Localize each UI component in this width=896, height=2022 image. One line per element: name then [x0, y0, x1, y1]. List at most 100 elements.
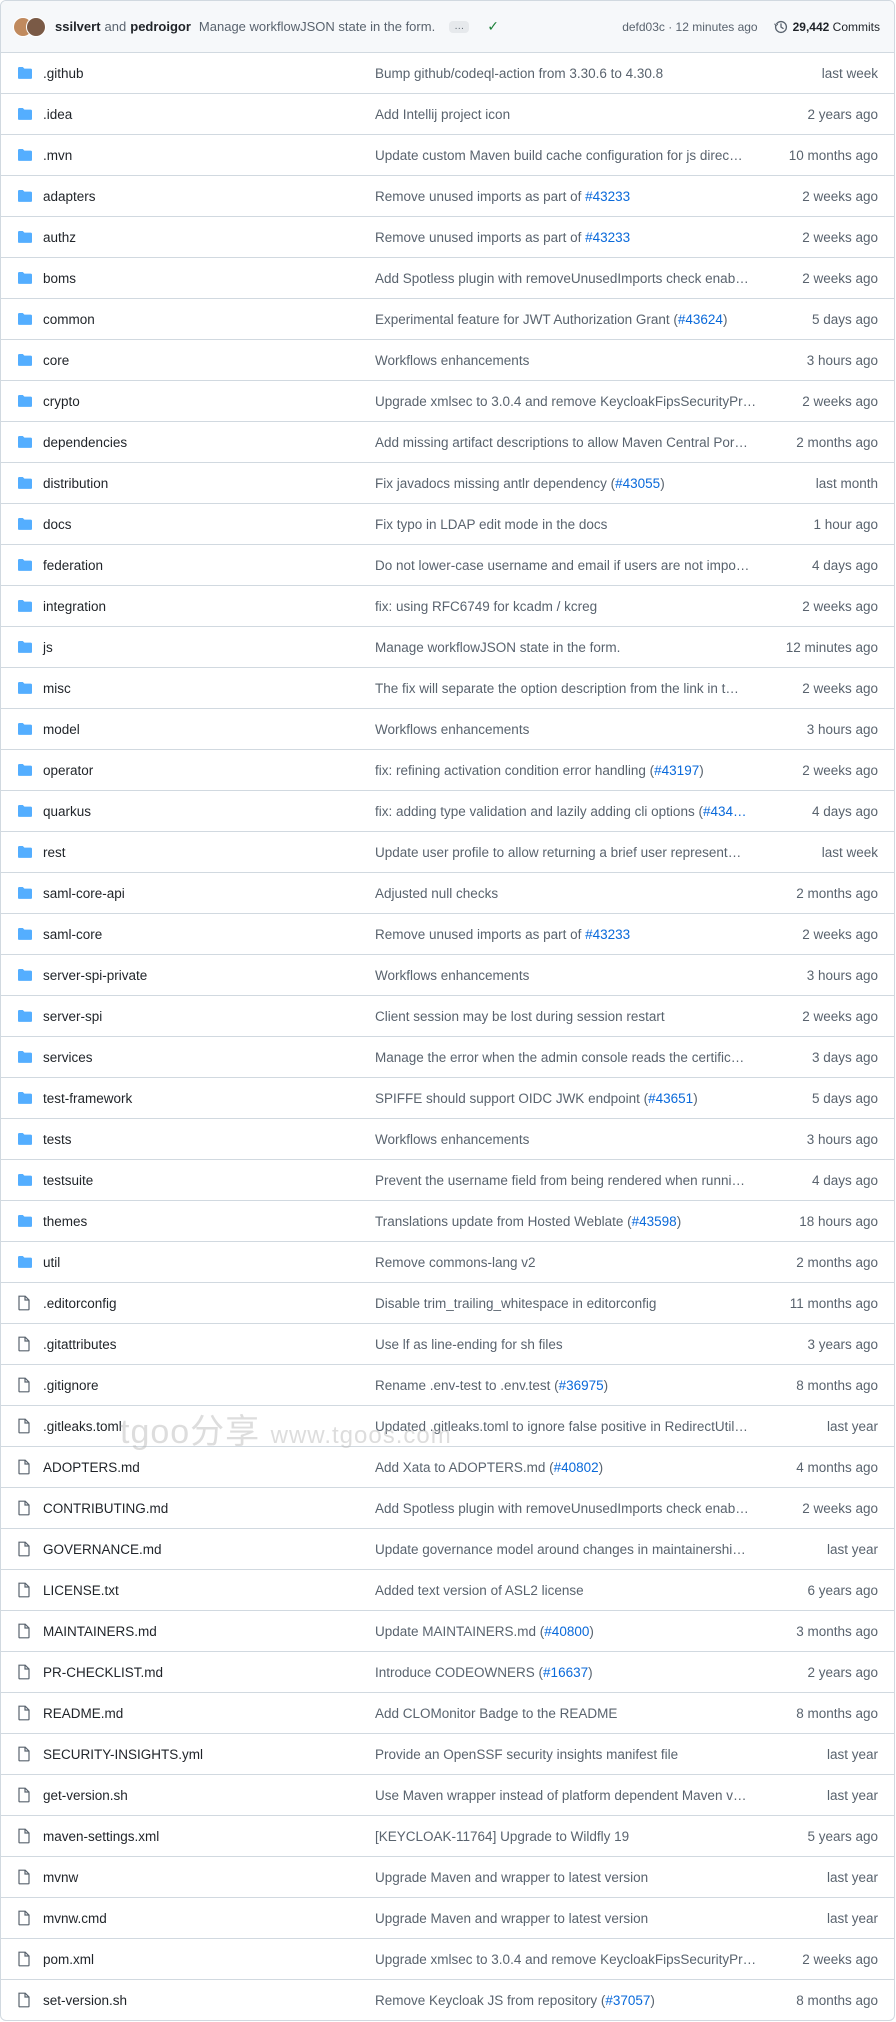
commit-message-text[interactable]: Upgrade Maven and wrapper to latest vers… — [375, 1911, 648, 1926]
commit-message-text[interactable]: Add Spotless plugin with removeUnusedImp… — [375, 1501, 749, 1516]
table-row[interactable]: js Manage workflowJSON state in the form.… — [1, 627, 894, 668]
folder-name-link[interactable]: boms — [43, 271, 76, 286]
table-row[interactable]: adapters Remove unused imports as part of… — [1, 176, 894, 217]
file-name-link[interactable]: maven-settings.xml — [43, 1829, 159, 1844]
last-commit-message-link[interactable]: Update custom Maven build cache configur… — [375, 148, 761, 163]
file-name-link[interactable]: .gitattributes — [43, 1337, 117, 1352]
last-commit-message-link[interactable]: Workflows enhancements — [375, 353, 761, 368]
folder-name-link[interactable]: rest — [43, 845, 66, 860]
last-commit-message-link[interactable]: Fix javadocs missing antlr dependency (#… — [375, 476, 761, 491]
commit-message-text[interactable]: Bump github/codeql-action from 3.30.6 to… — [375, 66, 663, 81]
last-commit-message-link[interactable]: Workflows enhancements — [375, 722, 761, 737]
commit-message-text[interactable]: Updated .gitleaks.toml to ignore false p… — [375, 1419, 748, 1434]
last-commit-message-link[interactable]: Upgrade Maven and wrapper to latest vers… — [375, 1870, 761, 1885]
avatar[interactable] — [26, 16, 46, 37]
last-commit-message-link[interactable]: Add Intellij project icon — [375, 107, 761, 122]
commit-message-text[interactable]: Remove unused imports as part of — [375, 927, 585, 942]
folder-name-link[interactable]: model — [43, 722, 80, 737]
folder-name-link[interactable]: .idea — [43, 107, 72, 122]
last-commit-message-link[interactable]: Remove unused imports as part of #43233 — [375, 927, 761, 942]
table-row[interactable]: common Experimental feature for JWT Autho… — [1, 299, 894, 340]
folder-name-link[interactable]: misc — [43, 681, 71, 696]
folder-name-link[interactable]: federation — [43, 558, 103, 573]
table-row[interactable]: test-framework SPIFFE should support OIDC… — [1, 1078, 894, 1119]
folder-name-link[interactable]: operator — [43, 763, 93, 778]
commit-message-text[interactable]: Workflows enhancements — [375, 722, 529, 737]
last-commit-message-link[interactable]: SPIFFE should support OIDC JWK endpoint … — [375, 1091, 761, 1106]
table-row[interactable]: PR-CHECKLIST.md Introduce CODEOWNERS (#16… — [1, 1652, 894, 1693]
folder-name-link[interactable]: crypto — [43, 394, 80, 409]
commit-message-text[interactable]: Update user profile to allow returning a… — [375, 845, 741, 860]
folder-name-link[interactable]: services — [43, 1050, 93, 1065]
file-name-link[interactable]: PR-CHECKLIST.md — [43, 1665, 163, 1680]
table-row[interactable]: .editorconfig Disable trim_trailing_white… — [1, 1283, 894, 1324]
pull-request-link[interactable]: #43197 — [654, 763, 699, 778]
file-name-link[interactable]: CONTRIBUTING.md — [43, 1501, 168, 1516]
file-name-link[interactable]: ADOPTERS.md — [43, 1460, 140, 1475]
folder-name-link[interactable]: authz — [43, 230, 76, 245]
commit-message-text[interactable]: Prevent the username field from being re… — [375, 1173, 745, 1188]
commit-author-link[interactable]: ssilvert — [55, 19, 101, 34]
commit-message-text[interactable]: Remove commons-lang v2 — [375, 1255, 536, 1270]
folder-name-link[interactable]: saml-core — [43, 927, 102, 942]
last-commit-message-link[interactable]: Upgrade Maven and wrapper to latest vers… — [375, 1911, 761, 1926]
table-row[interactable]: LICENSE.txt Added text version of ASL2 li… — [1, 1570, 894, 1611]
last-commit-message-link[interactable]: Remove unused imports as part of #43233 — [375, 189, 761, 204]
last-commit-message-link[interactable]: fix: adding type validation and lazily a… — [375, 804, 761, 819]
commit-message-text[interactable]: Workflows enhancements — [375, 1132, 529, 1147]
table-row[interactable]: testsuite Prevent the username field from… — [1, 1160, 894, 1201]
last-commit-message-link[interactable]: Add Spotless plugin with removeUnusedImp… — [375, 1501, 761, 1516]
commit-message-text[interactable]: Fix javadocs missing antlr dependency ( — [375, 476, 615, 491]
table-row[interactable]: server-spi-private Workflows enhancements… — [1, 955, 894, 996]
commit-message-text[interactable]: Update governance model around changes i… — [375, 1542, 746, 1557]
last-commit-message-link[interactable]: Workflows enhancements — [375, 968, 761, 983]
folder-name-link[interactable]: common — [43, 312, 95, 327]
last-commit-message-link[interactable]: [KEYCLOAK-11764] Upgrade to Wildfly 19 — [375, 1829, 761, 1844]
folder-name-link[interactable]: quarkus — [43, 804, 91, 819]
last-commit-message-link[interactable]: Upgrade xmlsec to 3.0.4 and remove Keycl… — [375, 394, 761, 409]
commit-message-text[interactable]: Manage the error when the admin console … — [375, 1050, 744, 1065]
table-row[interactable]: CONTRIBUTING.md Add Spotless plugin with … — [1, 1488, 894, 1529]
author-avatars[interactable] — [13, 16, 47, 38]
folder-name-link[interactable]: docs — [43, 517, 72, 532]
table-row[interactable]: SECURITY-INSIGHTS.yml Provide an OpenSSF … — [1, 1734, 894, 1775]
pull-request-link[interactable]: #36975 — [559, 1378, 604, 1393]
pull-request-link[interactable]: #16637 — [543, 1665, 588, 1680]
table-row[interactable]: README.md Add CLOMonitor Badge to the REA… — [1, 1693, 894, 1734]
commit-message-text[interactable]: Add Xata to ADOPTERS.md ( — [375, 1460, 554, 1475]
last-commit-message-link[interactable]: Experimental feature for JWT Authorizati… — [375, 312, 761, 327]
last-commit-message-link[interactable]: Upgrade xmlsec to 3.0.4 and remove Keycl… — [375, 1952, 761, 1967]
table-row[interactable]: operator fix: refining activation conditi… — [1, 750, 894, 791]
last-commit-message-link[interactable]: Prevent the username field from being re… — [375, 1173, 761, 1188]
last-commit-message-link[interactable]: fix: refining activation condition error… — [375, 763, 761, 778]
folder-name-link[interactable]: adapters — [43, 189, 96, 204]
table-row[interactable]: GOVERNANCE.md Update governance model aro… — [1, 1529, 894, 1570]
commit-message-text[interactable]: Provide an OpenSSF security insights man… — [375, 1747, 678, 1762]
table-row[interactable]: services Manage the error when the admin … — [1, 1037, 894, 1078]
last-commit-message-link[interactable]: Update user profile to allow returning a… — [375, 845, 761, 860]
folder-name-link[interactable]: test-framework — [43, 1091, 132, 1106]
table-row[interactable]: .gitignore Rename .env-test to .env.test … — [1, 1365, 894, 1406]
file-name-link[interactable]: MAINTAINERS.md — [43, 1624, 157, 1639]
pull-request-link[interactable]: #37057 — [605, 1993, 650, 2008]
commit-message-text[interactable]: Update MAINTAINERS.md ( — [375, 1624, 544, 1639]
commit-message-text[interactable]: fix: refining activation condition error… — [375, 763, 654, 778]
pull-request-link[interactable]: #40802 — [554, 1460, 599, 1475]
table-row[interactable]: mvnw Upgrade Maven and wrapper to latest … — [1, 1857, 894, 1898]
table-row[interactable]: .gitleaks.toml Updated .gitleaks.toml to … — [1, 1406, 894, 1447]
last-commit-message-link[interactable]: Remove Keycloak JS from repository (#370… — [375, 1993, 761, 2008]
commit-message-text[interactable]: Do not lower-case username and email if … — [375, 558, 749, 573]
table-row[interactable]: .gitattributes Use lf as line-ending for … — [1, 1324, 894, 1365]
last-commit-message-link[interactable]: Manage workflowJSON state in the form. — [375, 640, 761, 655]
file-name-link[interactable]: mvnw.cmd — [43, 1911, 107, 1926]
last-commit-message-link[interactable]: Use Maven wrapper instead of platform de… — [375, 1788, 761, 1803]
file-name-link[interactable]: mvnw — [43, 1870, 78, 1885]
file-name-link[interactable]: .editorconfig — [43, 1296, 117, 1311]
table-row[interactable]: tests Workflows enhancements 3 hours ago — [1, 1119, 894, 1160]
pull-request-link[interactable]: #43624 — [678, 312, 723, 327]
commit-message-text[interactable]: Upgrade Maven and wrapper to latest vers… — [375, 1870, 648, 1885]
commit-message-text[interactable]: Update custom Maven build cache configur… — [375, 148, 743, 163]
table-row[interactable]: misc The fix will separate the option des… — [1, 668, 894, 709]
table-row[interactable]: model Workflows enhancements 3 hours ago — [1, 709, 894, 750]
table-row[interactable]: saml-core-api Adjusted null checks 2 month… — [1, 873, 894, 914]
